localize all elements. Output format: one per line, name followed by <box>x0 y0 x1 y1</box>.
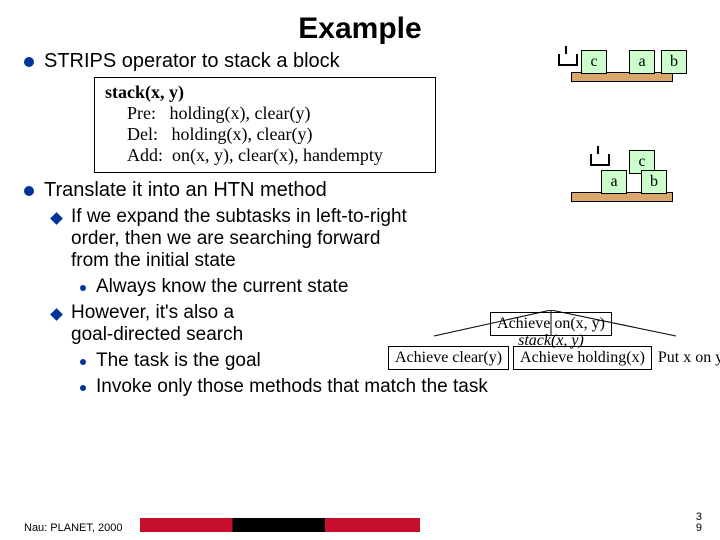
page-number: 39 <box>696 512 702 534</box>
pre-val: holding(x), clear(y) <box>170 103 311 123</box>
bullet-dot <box>80 285 86 291</box>
bullet-dot <box>80 359 86 365</box>
add-val: on(x, y), clear(x), handempty <box>172 145 383 165</box>
block-a: a <box>629 50 655 74</box>
bullet-expand: If we expand the subtasks in left-to-rig… <box>52 206 696 272</box>
bullet-text: However, it's also a goal-directed searc… <box>71 302 271 346</box>
gripper-icon <box>588 150 608 170</box>
del-label: Del: <box>127 124 158 144</box>
htn-tree: Achieve on(x, y) stack(x, y) Achieve cle… <box>386 310 716 372</box>
op-name: stack(x, y) <box>105 82 425 103</box>
bullet-text: The task is the goal <box>96 350 261 372</box>
tree-center: Achieve holding(x) <box>513 346 652 370</box>
bullet-text: Invoke only those methods that match the… <box>96 376 488 398</box>
bullet-text: Translate it into an HTN method <box>44 179 327 202</box>
bullet-invoke: Invoke only those methods that match the… <box>80 376 696 398</box>
tree-left: Achieve clear(y) <box>388 346 509 370</box>
del-val: holding(x), clear(y) <box>172 124 313 144</box>
bullet-always: Always know the current state <box>80 276 696 298</box>
gripper-icon <box>556 50 576 70</box>
blocks-after: c a b <box>542 150 702 202</box>
pre-label: Pre: <box>127 103 156 123</box>
tree-right: Put x on y <box>658 349 720 366</box>
block-b: b <box>661 50 687 74</box>
footer-credit: Nau: PLANET, 2000 <box>24 522 122 534</box>
operator-box: stack(x, y) Pre: holding(x), clear(y) De… <box>94 77 436 173</box>
footer-banner <box>140 518 420 532</box>
block-c: c <box>581 50 607 74</box>
bullet-text: STRIPS operator to stack a block <box>44 50 340 73</box>
bullet-dot <box>80 385 86 391</box>
diamond-icon <box>50 308 63 321</box>
bullet-dot <box>24 57 34 67</box>
bullet-text: If we expand the subtasks in left-to-rig… <box>71 206 411 272</box>
bullet-text: Always know the current state <box>96 276 348 298</box>
bullet-dot <box>24 186 34 196</box>
slide-title: Example <box>24 12 696 46</box>
block-a: a <box>601 170 627 194</box>
add-label: Add: <box>127 145 163 165</box>
block-b: b <box>641 170 667 194</box>
diamond-icon <box>50 212 63 225</box>
blocks-before: c a b <box>542 50 702 82</box>
